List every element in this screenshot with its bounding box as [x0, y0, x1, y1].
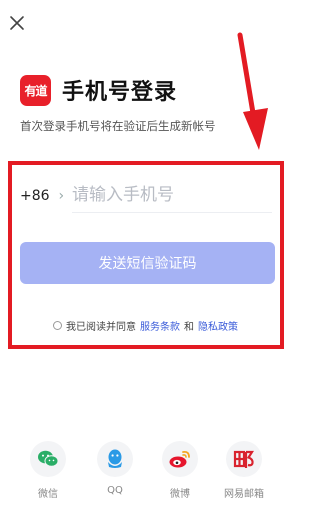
weibo-icon	[169, 450, 190, 468]
netease-mail-icon	[233, 450, 255, 468]
social-label: 网易邮箱	[224, 489, 264, 500]
social-login-weibo[interactable]: 微博	[160, 441, 200, 500]
close-icon	[10, 16, 24, 30]
page-subtitle: 首次登录手机号将在验证后生成新帐号	[20, 119, 216, 133]
agree-text: 我已阅读并同意	[66, 322, 136, 333]
social-label: 微博	[170, 489, 190, 500]
and-text: 和	[184, 322, 194, 333]
terms-link[interactable]: 服务条款	[140, 318, 180, 333]
close-button[interactable]	[6, 12, 28, 34]
chevron-right-icon: ›	[58, 188, 65, 204]
social-label: QQ	[107, 485, 123, 496]
social-login-qq[interactable]: QQ	[95, 441, 135, 496]
social-label: 微信	[38, 489, 58, 500]
country-code-label: +86	[20, 188, 50, 204]
brand-row: 有道 手机号登录	[20, 74, 177, 106]
app-logo: 有道	[20, 74, 51, 106]
page-title: 手机号登录	[62, 80, 178, 105]
qq-icon	[108, 449, 122, 468]
social-login-wechat[interactable]: 微信	[28, 441, 68, 500]
send-sms-code-button[interactable]: 发送短信验证码	[20, 242, 275, 284]
privacy-link[interactable]: 隐私政策	[198, 318, 238, 333]
phone-input[interactable]	[72, 178, 272, 213]
agree-checkbox[interactable]	[53, 321, 62, 330]
wechat-icon	[38, 450, 59, 467]
social-login-netease-mail[interactable]: 网易邮箱	[224, 441, 264, 500]
agreement-row: 我已阅读并同意 服务条款 和 隐私政策	[53, 318, 242, 333]
country-code-selector[interactable]: +86 ›	[20, 188, 64, 204]
